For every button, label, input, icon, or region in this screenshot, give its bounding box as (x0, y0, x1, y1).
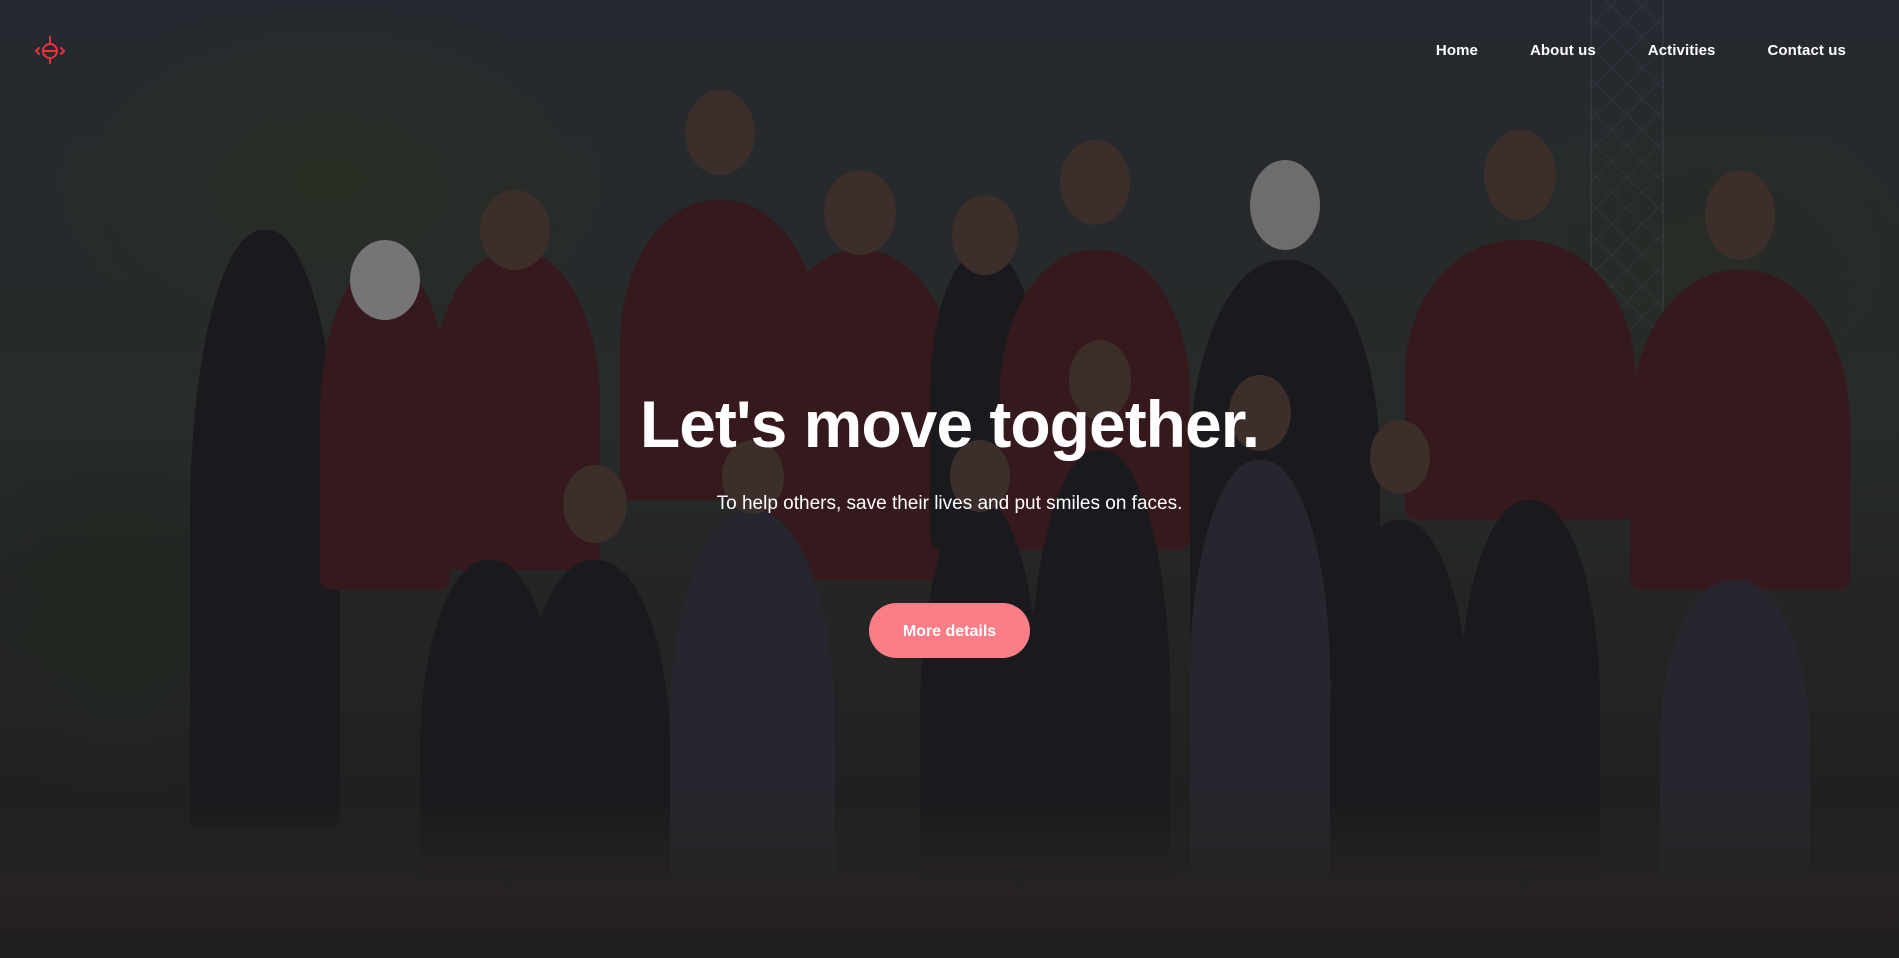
hero-section: Home About us Activities Contact us Let'… (0, 0, 1899, 958)
nav-link-contact[interactable]: Contact us (1767, 42, 1846, 59)
ribbon-logo-icon[interactable] (34, 34, 66, 66)
nav-links: Home About us Activities Contact us (1436, 42, 1846, 59)
hero-subheadline: To help others, save their lives and put… (716, 493, 1183, 514)
nav-link-home[interactable]: Home (1436, 42, 1478, 59)
nav-link-about[interactable]: About us (1530, 42, 1596, 59)
top-navbar: Home About us Activities Contact us (0, 0, 1899, 100)
hero-headline: Let's move together. (639, 387, 1260, 461)
more-details-button[interactable]: More details (869, 603, 1030, 658)
nav-link-activities[interactable]: Activities (1648, 42, 1716, 59)
hero-content: Let's move together. To help others, sav… (0, 385, 1899, 658)
